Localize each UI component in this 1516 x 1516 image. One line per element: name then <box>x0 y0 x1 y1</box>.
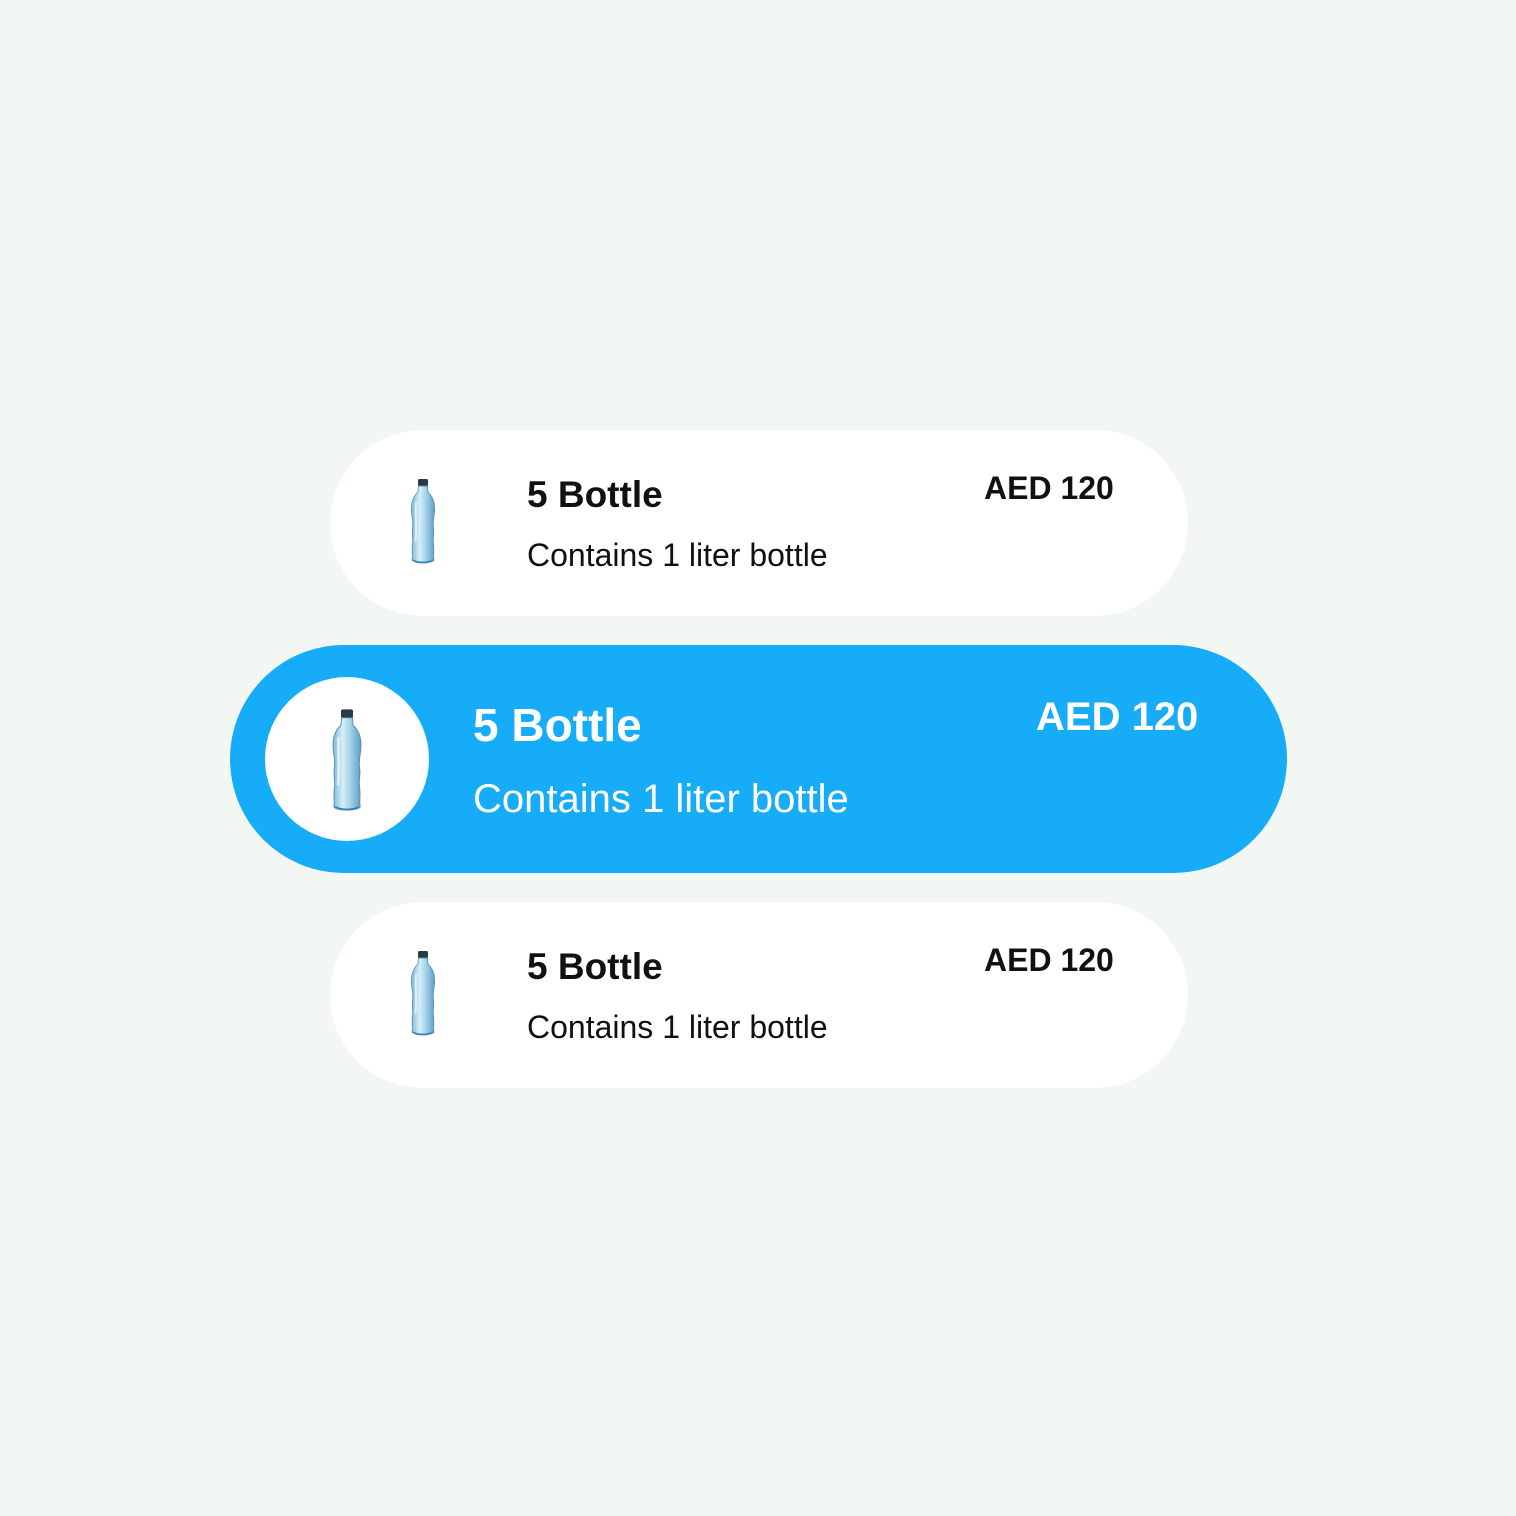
water-bottle-icon <box>408 950 438 1038</box>
package-price: AED 120 <box>1036 695 1199 739</box>
package-description: Contains 1 liter bottle <box>527 537 828 573</box>
package-title: 5 Bottle <box>473 699 642 751</box>
package-title: 5 Bottle <box>527 474 663 515</box>
bottle-package-option[interactable]: 5 Bottle Contains 1 liter bottle AED 120 <box>330 902 1188 1088</box>
bottle-package-option-selected[interactable]: 5 Bottle Contains 1 liter bottle AED 120 <box>230 645 1287 873</box>
package-title: 5 Bottle <box>527 946 663 987</box>
package-price: AED 120 <box>984 470 1114 506</box>
water-bottle-icon <box>265 677 429 841</box>
package-price: AED 120 <box>984 942 1114 978</box>
package-description: Contains 1 liter bottle <box>473 777 849 821</box>
bottle-package-option[interactable]: 5 Bottle Contains 1 liter bottle AED 120 <box>330 430 1188 616</box>
water-bottle-icon <box>408 478 438 566</box>
package-description: Contains 1 liter bottle <box>527 1009 828 1045</box>
